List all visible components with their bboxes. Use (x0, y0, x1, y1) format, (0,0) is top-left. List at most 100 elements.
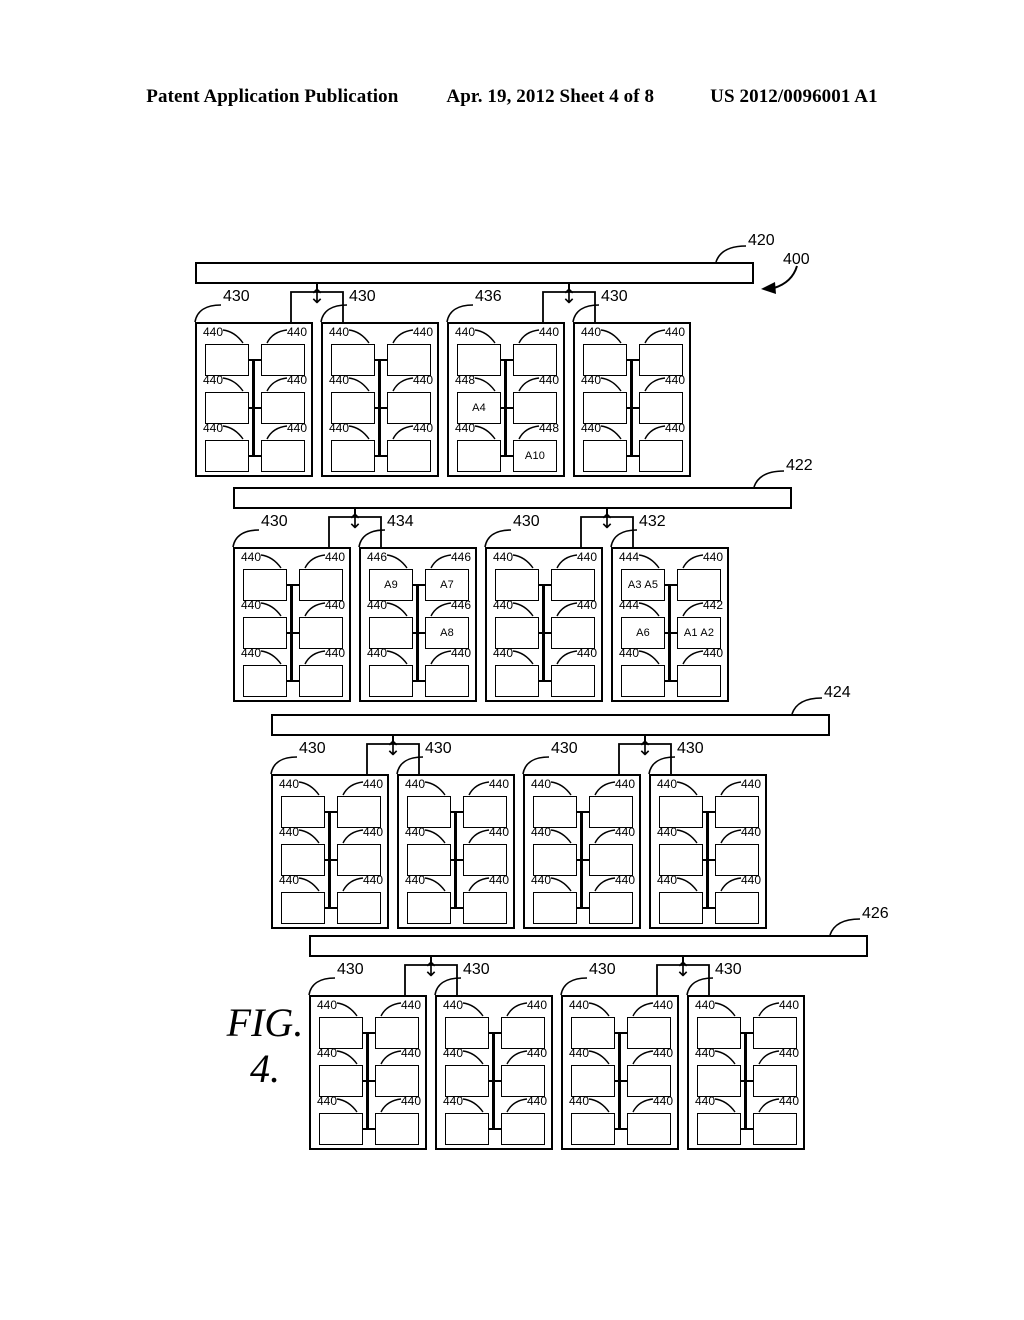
processor-cell[interactable]: A4 (457, 392, 501, 424)
processor-cell[interactable] (621, 665, 665, 697)
processor-cell[interactable] (445, 1113, 489, 1145)
processor-cell[interactable] (571, 1113, 615, 1145)
processor-cell[interactable] (639, 440, 683, 472)
bus-bar[interactable] (195, 262, 754, 284)
processor-cell[interactable] (583, 392, 627, 424)
processor-cell[interactable] (407, 844, 451, 876)
processor-cell[interactable] (753, 1017, 797, 1049)
processor-cell[interactable] (375, 1017, 419, 1049)
processor-group[interactable]: A3 A5 444 440 A6 444 A1 A2 442 440 440 (611, 547, 729, 702)
processor-cell[interactable] (387, 344, 431, 376)
processor-cell[interactable] (387, 440, 431, 472)
processor-cell[interactable] (331, 344, 375, 376)
processor-group[interactable]: A9 446 A7 446 440 A8 446 440 440 (359, 547, 477, 702)
processor-cell[interactable]: A3 A5 (621, 569, 665, 601)
processor-cell[interactable] (551, 617, 595, 649)
processor-cell[interactable] (457, 344, 501, 376)
processor-cell[interactable] (281, 892, 325, 924)
processor-group[interactable]: 440 440 440 440 440 440 (561, 995, 679, 1150)
processor-group[interactable]: 440 440 440 440 440 440 (397, 774, 515, 929)
processor-cell[interactable] (369, 617, 413, 649)
processor-cell[interactable] (463, 892, 507, 924)
processor-cell[interactable] (583, 344, 627, 376)
processor-group[interactable]: 440 440 440 440 440 440 (271, 774, 389, 929)
processor-cell[interactable] (337, 844, 381, 876)
processor-cell[interactable] (501, 1017, 545, 1049)
bus-bar[interactable] (309, 935, 868, 957)
processor-cell[interactable] (551, 569, 595, 601)
processor-cell[interactable] (627, 1065, 671, 1097)
processor-cell[interactable] (571, 1065, 615, 1097)
processor-group[interactable]: 440 440 440 440 440 440 (485, 547, 603, 702)
processor-cell[interactable]: A6 (621, 617, 665, 649)
processor-cell[interactable] (281, 796, 325, 828)
processor-cell[interactable] (319, 1065, 363, 1097)
processor-group[interactable]: 440 440 440 440 440 440 (233, 547, 351, 702)
processor-cell[interactable] (243, 665, 287, 697)
processor-cell[interactable] (261, 392, 305, 424)
processor-cell[interactable] (375, 1065, 419, 1097)
processor-cell[interactable] (697, 1017, 741, 1049)
processor-cell[interactable] (463, 844, 507, 876)
processor-cell[interactable] (533, 844, 577, 876)
processor-cell[interactable] (639, 392, 683, 424)
processor-cell[interactable] (299, 569, 343, 601)
processor-cell[interactable] (513, 392, 557, 424)
processor-cell[interactable] (533, 892, 577, 924)
processor-cell[interactable] (715, 892, 759, 924)
processor-cell[interactable] (753, 1065, 797, 1097)
processor-cell[interactable] (627, 1113, 671, 1145)
processor-cell[interactable] (589, 796, 633, 828)
processor-cell[interactable] (495, 665, 539, 697)
processor-cell[interactable] (533, 796, 577, 828)
processor-cell[interactable] (407, 892, 451, 924)
processor-cell[interactable]: A1 A2 (677, 617, 721, 649)
processor-group[interactable]: 440 440 440 440 440 440 (687, 995, 805, 1150)
processor-cell[interactable] (659, 844, 703, 876)
processor-group[interactable]: 440 440 440 440 440 440 (573, 322, 691, 477)
processor-cell[interactable] (299, 665, 343, 697)
processor-cell[interactable] (513, 344, 557, 376)
processor-cell[interactable]: A7 (425, 569, 469, 601)
processor-group[interactable]: 440 440 A4 448 440 440 A10 448 (447, 322, 565, 477)
processor-cell[interactable] (697, 1065, 741, 1097)
processor-cell[interactable] (337, 892, 381, 924)
processor-cell[interactable] (495, 569, 539, 601)
processor-cell[interactable] (551, 665, 595, 697)
processor-cell[interactable] (697, 1113, 741, 1145)
processor-cell[interactable] (501, 1065, 545, 1097)
processor-cell[interactable] (677, 569, 721, 601)
processor-group[interactable]: 440 440 440 440 440 440 (435, 995, 553, 1150)
processor-cell[interactable] (387, 392, 431, 424)
processor-cell[interactable] (407, 796, 451, 828)
processor-cell[interactable] (589, 892, 633, 924)
processor-cell[interactable] (425, 665, 469, 697)
processor-cell[interactable] (205, 392, 249, 424)
processor-cell[interactable] (375, 1113, 419, 1145)
processor-cell[interactable] (715, 796, 759, 828)
processor-cell[interactable] (205, 344, 249, 376)
processor-cell[interactable] (589, 844, 633, 876)
processor-cell[interactable] (659, 796, 703, 828)
processor-cell[interactable]: A9 (369, 569, 413, 601)
processor-cell[interactable] (753, 1113, 797, 1145)
processor-cell[interactable] (337, 796, 381, 828)
processor-cell[interactable] (299, 617, 343, 649)
processor-group[interactable]: 440 440 440 440 440 440 (309, 995, 427, 1150)
processor-cell[interactable] (457, 440, 501, 472)
processor-cell[interactable] (659, 892, 703, 924)
processor-cell[interactable] (369, 665, 413, 697)
processor-cell[interactable] (501, 1113, 545, 1145)
processor-cell[interactable] (319, 1113, 363, 1145)
processor-cell[interactable] (205, 440, 249, 472)
processor-cell[interactable] (639, 344, 683, 376)
processor-cell[interactable] (261, 344, 305, 376)
processor-cell[interactable] (261, 440, 305, 472)
processor-group[interactable]: 440 440 440 440 440 440 (649, 774, 767, 929)
processor-cell[interactable] (463, 796, 507, 828)
processor-cell[interactable]: A10 (513, 440, 557, 472)
processor-group[interactable]: 440 440 440 440 440 440 (321, 322, 439, 477)
processor-cell[interactable] (243, 569, 287, 601)
processor-cell[interactable] (243, 617, 287, 649)
processor-group[interactable]: 440 440 440 440 440 440 (523, 774, 641, 929)
